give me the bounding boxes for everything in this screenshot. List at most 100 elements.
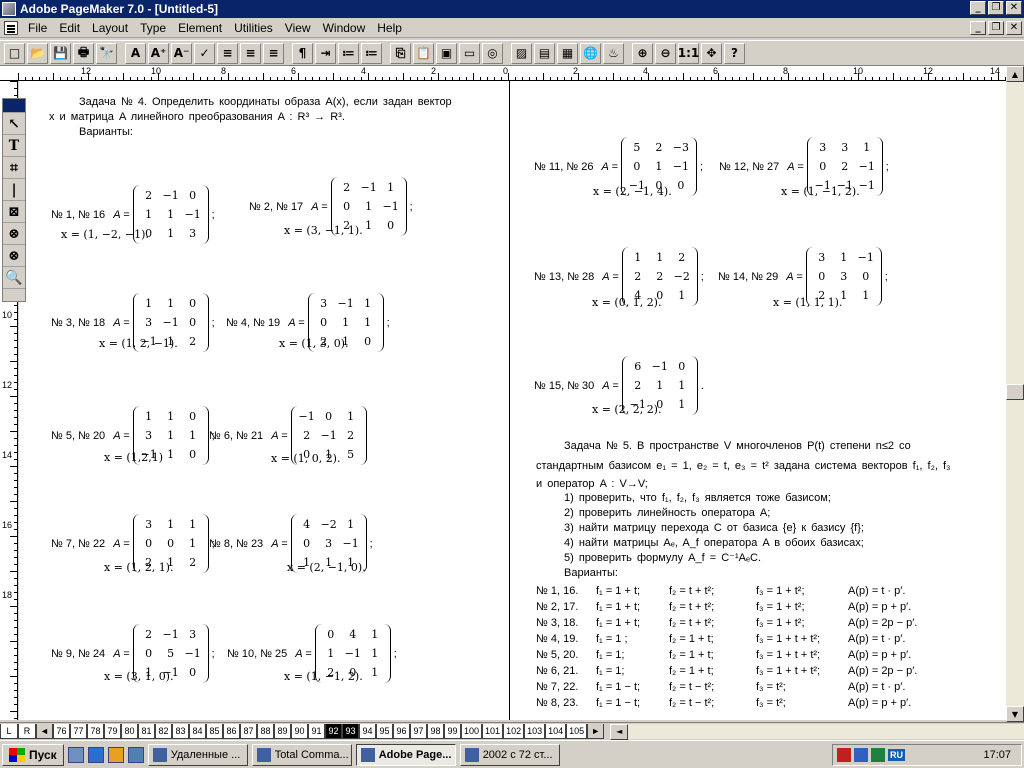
image-icon[interactable]: ▨ — [511, 42, 532, 64]
scroll-up-button[interactable]: ▲ — [1006, 66, 1024, 82]
fit-window-icon[interactable]: ✥ — [701, 42, 722, 64]
taskbar-button[interactable]: Total Comma... — [251, 743, 352, 766]
menu-utilities[interactable]: Utilities — [228, 18, 279, 38]
page-icon-96[interactable]: 96 — [393, 723, 410, 739]
menu-element[interactable]: Element — [172, 18, 228, 38]
crop-tool-icon[interactable]: ⌗ — [3, 157, 25, 179]
menu-type[interactable]: Type — [134, 18, 172, 38]
page-icon-L[interactable]: L — [0, 723, 18, 739]
quicklaunch-desktop-icon[interactable] — [67, 746, 84, 763]
pointer-icon[interactable]: ↖ — [3, 113, 25, 135]
align-right-icon[interactable]: ≡ — [263, 42, 284, 64]
quicklaunch-ie-icon[interactable] — [87, 746, 104, 763]
page-icon-77[interactable]: 77 — [70, 723, 87, 739]
menu-view[interactable]: View — [279, 18, 317, 38]
page-icon-90[interactable]: 90 — [291, 723, 308, 739]
link-icon[interactable]: ◎ — [482, 42, 503, 64]
numbering-icon[interactable]: ≔ — [361, 42, 382, 64]
page-icon-103[interactable]: 103 — [524, 723, 546, 739]
page-icon-98[interactable]: 98 — [427, 723, 444, 739]
style-icon[interactable]: ≡ — [217, 42, 238, 64]
horizontal-ruler[interactable]: 12 10 8 6 4 2 0 2 4 6 8 10 12 14 — [0, 66, 1024, 81]
page-scroll-left-button[interactable]: ◄ — [36, 723, 53, 739]
frame-tool-icon[interactable]: ⊠ — [3, 201, 25, 223]
menu-edit[interactable]: Edit — [53, 18, 86, 38]
open-icon[interactable]: 📂 — [27, 42, 48, 64]
restore-button[interactable]: ❐ — [988, 1, 1004, 15]
close-button[interactable]: ✕ — [1006, 1, 1022, 15]
page-icon-76[interactable]: 76 — [53, 723, 70, 739]
document-canvas[interactable]: Задача № 4. Определить координаты образа… — [19, 81, 1006, 720]
ellipse-frame-icon[interactable]: ⊗ — [3, 223, 25, 245]
page-icon-88[interactable]: 88 — [257, 723, 274, 739]
font-smaller-icon[interactable]: A⁻ — [171, 42, 192, 64]
save-icon[interactable]: 💾 — [50, 42, 71, 64]
align-left-icon[interactable]: ≡ — [240, 42, 261, 64]
quicklaunch-player-icon[interactable] — [127, 746, 144, 763]
page-icon-80[interactable]: 80 — [121, 723, 138, 739]
vertical-scrollbar[interactable]: ▲ ▼ — [1006, 66, 1024, 722]
page-icon-102[interactable]: 102 — [503, 723, 525, 739]
copy-icon[interactable]: ⎘ — [390, 42, 411, 64]
quicklaunch-outlook-icon[interactable] — [107, 746, 124, 763]
pdf-icon[interactable]: ♨ — [603, 42, 624, 64]
document-icon[interactable] — [4, 20, 18, 35]
minimize-button[interactable]: _ — [970, 1, 986, 15]
font-larger-icon[interactable]: A⁺ — [148, 42, 169, 64]
page-icon-92[interactable]: 92 — [325, 723, 342, 739]
actual-size-icon[interactable]: 1:1 — [678, 42, 699, 64]
taskbar-button[interactable]: Adobe Page... — [355, 743, 456, 766]
page-icon-100[interactable]: 100 — [461, 723, 483, 739]
page-icon-R[interactable]: R — [18, 723, 36, 739]
toolbox-title-bar[interactable] — [3, 99, 25, 113]
page-icon-105[interactable]: 105 — [566, 723, 588, 739]
page-icon-84[interactable]: 84 — [189, 723, 206, 739]
scroll-thumb[interactable] — [1006, 384, 1024, 400]
polygon-frame-icon[interactable]: ⊗ — [3, 245, 25, 267]
frame-icon[interactable]: ▭ — [459, 42, 480, 64]
bullets-icon[interactable]: ≔ — [338, 42, 359, 64]
doc-restore-button[interactable]: ❐ — [988, 21, 1004, 35]
text-tool-icon[interactable]: T — [3, 135, 25, 157]
find-icon[interactable]: 🔭 — [96, 42, 117, 64]
page-icon-87[interactable]: 87 — [240, 723, 257, 739]
page-icon-79[interactable]: 79 — [104, 723, 121, 739]
page-icon-104[interactable]: 104 — [545, 723, 567, 739]
start-button[interactable]: Пуск — [2, 743, 64, 766]
menu-window[interactable]: Window — [317, 18, 372, 38]
horizontal-scrollbar[interactable]: ◄ — [610, 723, 1024, 740]
zoom-out-icon[interactable]: ⊖ — [655, 42, 676, 64]
zoom-in-icon[interactable]: ⊕ — [632, 42, 653, 64]
spellcheck-icon[interactable]: ✓ — [194, 42, 215, 64]
taskbar-button[interactable]: 2002 с 72 ст... — [459, 743, 560, 766]
print-icon[interactable]: 🖶 — [73, 42, 94, 64]
page-icon-78[interactable]: 78 — [87, 723, 104, 739]
menu-help[interactable]: Help — [371, 18, 408, 38]
tray-antivirus-icon[interactable] — [837, 748, 851, 762]
place-icon[interactable]: ▣ — [436, 42, 457, 64]
menu-layout[interactable]: Layout — [86, 18, 134, 38]
page-icon-85[interactable]: 85 — [206, 723, 223, 739]
export-icon[interactable]: ▤ — [534, 42, 555, 64]
tray-network-icon[interactable] — [854, 748, 868, 762]
zoom-tool-icon[interactable]: 🔍 — [3, 267, 25, 289]
page-icon-94[interactable]: 94 — [359, 723, 376, 739]
page-icon-93[interactable]: 93 — [342, 723, 359, 739]
taskbar-button[interactable]: Удаленные ... — [147, 743, 248, 766]
page-scroll-right-button[interactable]: ► — [587, 723, 605, 739]
paragraph-icon[interactable]: ¶ — [292, 42, 313, 64]
paste-icon[interactable]: 📋 — [413, 42, 434, 64]
help-icon[interactable]: ? — [724, 42, 745, 64]
page-icon-95[interactable]: 95 — [376, 723, 393, 739]
doc-close-button[interactable]: ✕ — [1006, 21, 1022, 35]
page-icon-97[interactable]: 97 — [410, 723, 427, 739]
page-icon-91[interactable]: 91 — [308, 723, 325, 739]
scroll-down-button[interactable]: ▼ — [1006, 706, 1024, 722]
tray-volume-icon[interactable] — [871, 748, 885, 762]
page-icon-99[interactable]: 99 — [444, 723, 461, 739]
doc-minimize-button[interactable]: _ — [970, 21, 986, 35]
new-icon[interactable]: □ — [4, 42, 25, 64]
page-icon-101[interactable]: 101 — [482, 723, 504, 739]
globe-icon[interactable]: 🌐 — [580, 42, 601, 64]
page-icon-81[interactable]: 81 — [138, 723, 155, 739]
